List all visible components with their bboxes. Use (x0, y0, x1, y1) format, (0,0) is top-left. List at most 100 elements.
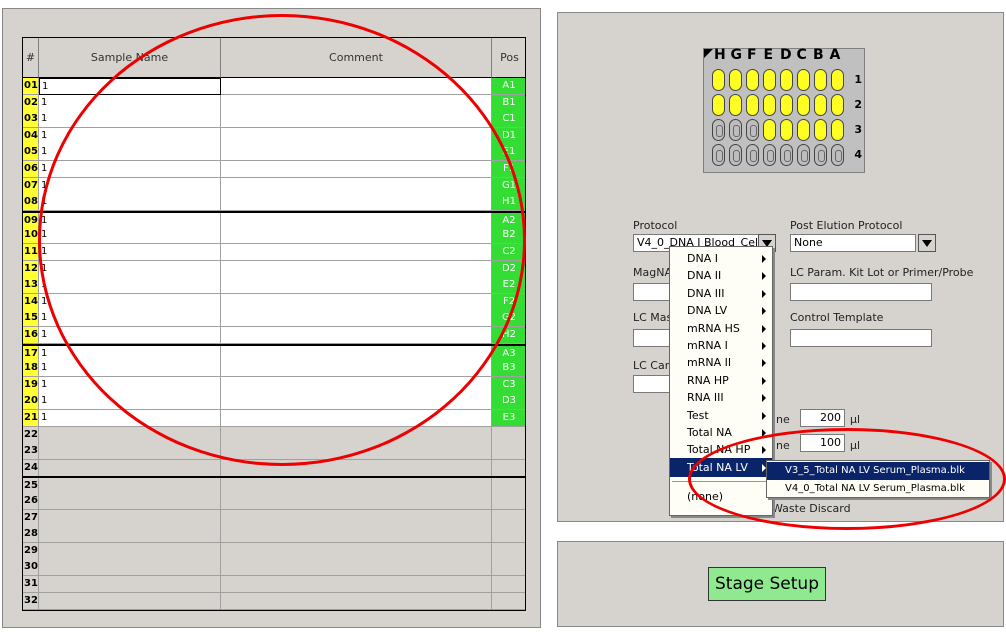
plate-row-label: 1 (854, 73, 862, 86)
row-number: 18 (23, 360, 39, 378)
menu-item-label: mRNA HS (687, 321, 740, 335)
table-row[interactable]: 30 (23, 559, 525, 577)
lc-car-input[interactable] (633, 375, 673, 393)
magna-input[interactable] (633, 283, 673, 301)
plate-well[interactable] (780, 119, 793, 141)
plate-well[interactable] (746, 69, 759, 91)
row-number: 05 (23, 144, 39, 162)
menu-item[interactable]: RNA HP (670, 371, 772, 390)
comment-cell[interactable] (221, 592, 492, 610)
row-number: 15 (23, 310, 39, 328)
plate-well[interactable] (797, 119, 810, 141)
sample-name-cell[interactable] (39, 493, 221, 510)
plate-well[interactable] (814, 69, 827, 91)
plate-well[interactable] (831, 94, 844, 116)
plate-well[interactable] (797, 144, 810, 166)
plate-well[interactable] (763, 69, 776, 91)
plate-well[interactable] (814, 119, 827, 141)
protocol-label: Protocol (633, 219, 678, 232)
table-row[interactable]: 31 (23, 576, 525, 593)
menu-item[interactable]: Test (670, 406, 772, 425)
plate-well[interactable] (831, 144, 844, 166)
menu-item-label: mRNA I (687, 339, 728, 352)
plate-well[interactable] (729, 144, 742, 166)
menu-item-label: Total NA (687, 426, 732, 439)
plate-row-label: 4 (854, 148, 862, 161)
sample-name-cell[interactable] (39, 542, 221, 560)
comment-cell[interactable] (221, 526, 492, 544)
position-cell: A1 (492, 78, 525, 95)
menu-item[interactable]: DNA LV (670, 301, 772, 320)
position-cell: B3 (492, 360, 525, 378)
menu-item[interactable]: mRNA I (670, 336, 772, 355)
menu-item[interactable]: DNA III (670, 284, 772, 303)
sample-name-cell[interactable] (39, 509, 221, 527)
sample-name-cell[interactable] (39, 559, 221, 577)
plate-well[interactable] (729, 119, 742, 141)
row-number: 19 (23, 376, 39, 394)
row-number: 02 (23, 94, 39, 112)
sample-name-cell[interactable] (39, 526, 221, 544)
comment-cell[interactable] (221, 509, 492, 527)
plate-well[interactable] (712, 94, 725, 116)
plate-well[interactable] (831, 69, 844, 91)
comment-cell[interactable] (221, 542, 492, 560)
post-elution-dropdown-icon[interactable] (918, 234, 936, 252)
plate-well[interactable] (831, 119, 844, 141)
sample-name-cell[interactable] (39, 576, 221, 593)
menu-item[interactable]: RNA III (670, 388, 772, 407)
table-row[interactable]: 28 (23, 526, 525, 544)
volume1-input[interactable]: 200 (800, 409, 845, 427)
plate-well[interactable] (746, 94, 759, 116)
stage-setup-button[interactable]: Stage Setup (708, 567, 826, 601)
lc-param-input[interactable] (790, 283, 932, 301)
plate-well[interactable] (797, 69, 810, 91)
table-row[interactable]: 26 (23, 493, 525, 510)
plate-well[interactable] (763, 94, 776, 116)
row-number: 10 (23, 227, 39, 245)
position-cell (492, 576, 525, 593)
table-row[interactable]: 29 (23, 542, 525, 560)
comment-cell[interactable] (221, 559, 492, 577)
control-template-input[interactable] (790, 329, 932, 347)
plate-well[interactable] (780, 69, 793, 91)
comment-cell[interactable] (221, 493, 492, 510)
plate-well[interactable] (746, 119, 759, 141)
submenu-arrow-icon (762, 376, 766, 385)
header-num[interactable]: # (23, 38, 39, 78)
position-cell (492, 542, 525, 560)
header-pos[interactable]: Pos (492, 38, 525, 78)
table-row[interactable]: 27 (23, 509, 525, 527)
plate-well[interactable] (746, 144, 759, 166)
plate-well[interactable] (797, 94, 810, 116)
plate-well[interactable] (780, 94, 793, 116)
comment-cell[interactable] (221, 576, 492, 593)
menu-item[interactable]: mRNA II (670, 353, 772, 372)
menu-item[interactable]: DNA II (670, 266, 772, 285)
row-number: 23 (23, 443, 39, 461)
plate-well[interactable] (814, 144, 827, 166)
plate-well[interactable] (729, 69, 742, 91)
plate-well[interactable] (814, 94, 827, 116)
plate-well[interactable] (763, 119, 776, 141)
sample-name-cell[interactable] (39, 592, 221, 610)
annotation-circle-submenu (688, 428, 1006, 530)
lc-mas-input[interactable] (633, 329, 673, 347)
row-number: 14 (23, 293, 39, 311)
menu-item[interactable]: mRNA HS (670, 319, 772, 338)
plate-column-label: H (714, 47, 726, 63)
table-row[interactable]: 32 (23, 592, 525, 610)
post-elution-select[interactable]: None (790, 234, 916, 252)
plate-well[interactable] (763, 144, 776, 166)
row-number: 01 (23, 78, 39, 95)
sample-name-cell[interactable] (39, 459, 221, 477)
plate-well[interactable] (712, 144, 725, 166)
menu-item[interactable]: DNA I (670, 249, 772, 268)
table-row[interactable]: 25 (23, 476, 525, 496)
plate-well[interactable] (780, 144, 793, 166)
plate-well[interactable] (712, 69, 725, 91)
row-number: 04 (23, 127, 39, 145)
row-number: 06 (23, 161, 39, 178)
plate-well[interactable] (712, 119, 725, 141)
plate-well[interactable] (729, 94, 742, 116)
